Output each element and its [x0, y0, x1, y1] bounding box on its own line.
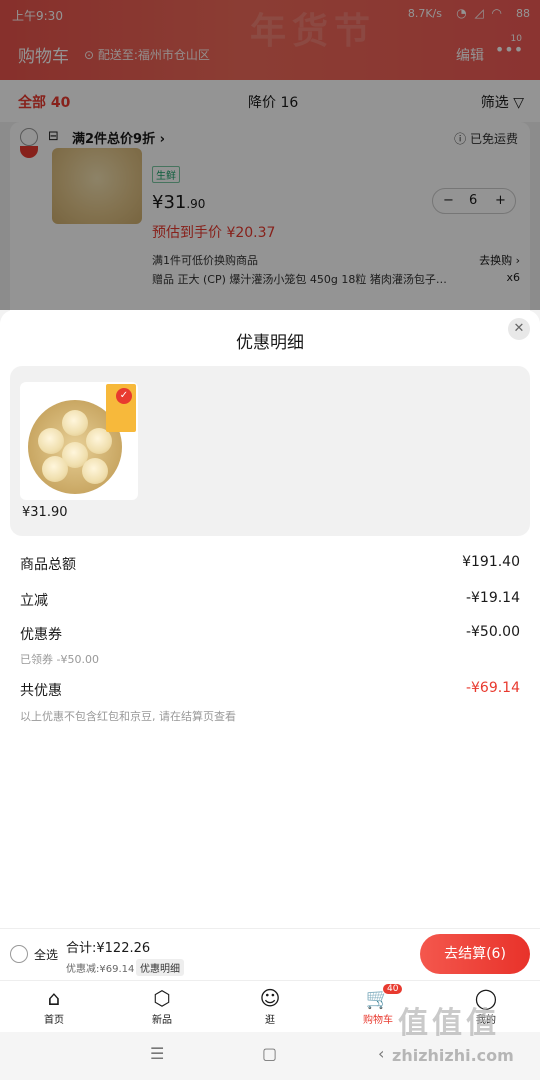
subtotal-label: 商品总额 — [20, 557, 76, 573]
site-watermark-logo: 值值值 — [398, 1006, 500, 1041]
back-icon[interactable]: ‹ — [378, 1044, 384, 1063]
check-icon: ✓ — [116, 388, 132, 404]
instant-discount-value: -¥19.14 — [465, 590, 520, 606]
product-box: ✓ ¥31.90 — [10, 366, 530, 536]
tab-new[interactable]: ⬡ 新品 — [122, 985, 202, 1026]
cube-icon: ⬡ — [153, 986, 171, 1010]
cart-badge: 40 — [382, 983, 404, 995]
select-all-checkbox[interactable] — [10, 945, 28, 963]
site-watermark-text: zhizhizhi.com — [392, 1046, 514, 1065]
discount-detail-link[interactable]: 优惠明细 — [136, 959, 184, 976]
total-discount-value: -¥69.14 — [465, 680, 520, 696]
close-icon[interactable]: ✕ — [508, 318, 530, 340]
modal-backdrop[interactable] — [0, 0, 540, 310]
instant-discount-label: 立减 — [20, 593, 48, 609]
home-icon: ⌂ — [47, 986, 61, 1010]
sheet-title: 优惠明细 — [236, 333, 304, 353]
tab-browse[interactable]: ☺ 逛 — [230, 985, 310, 1026]
tab-cart-label: 购物车 — [363, 1015, 393, 1026]
tab-new-label: 新品 — [152, 1015, 172, 1026]
face-icon: ☺ — [259, 986, 281, 1010]
menu-icon[interactable]: ☰ — [150, 1044, 164, 1063]
checkout-button[interactable]: 去结算(6) — [420, 934, 530, 974]
tab-home[interactable]: ⌂ 首页 — [14, 985, 94, 1026]
savings-amount: 优惠减:¥69.14 — [66, 964, 135, 975]
subtotal-value: ¥191.40 — [462, 554, 520, 570]
coupon-label: 优惠券 — [20, 627, 62, 643]
discount-footnote: 以上优惠不包含红包和京豆, 请在结算页查看 — [20, 710, 236, 723]
tab-home-label: 首页 — [44, 1015, 64, 1026]
total-discount-label: 共优惠 — [20, 683, 62, 699]
coupon-value: -¥50.00 — [465, 624, 520, 640]
product-image[interactable]: ✓ — [20, 382, 138, 500]
product-price: ¥31.90 — [22, 505, 68, 520]
checkout-bar: 全选 合计:¥122.26 优惠减:¥69.14 优惠明细 去结算(6) — [0, 928, 540, 980]
home-square-icon[interactable]: ▢ — [262, 1044, 277, 1063]
select-all-label[interactable]: 全选 — [34, 946, 58, 963]
discount-detail-sheet: 优惠明细 ✕ ✓ ¥31.90 商品总额 ¥191.40 立减 -¥19.14 … — [0, 310, 540, 928]
tab-browse-label: 逛 — [265, 1015, 275, 1026]
coupon-note: 已领券 -¥50.00 — [20, 653, 99, 666]
total-amount: 合计:¥122.26 — [66, 941, 151, 956]
